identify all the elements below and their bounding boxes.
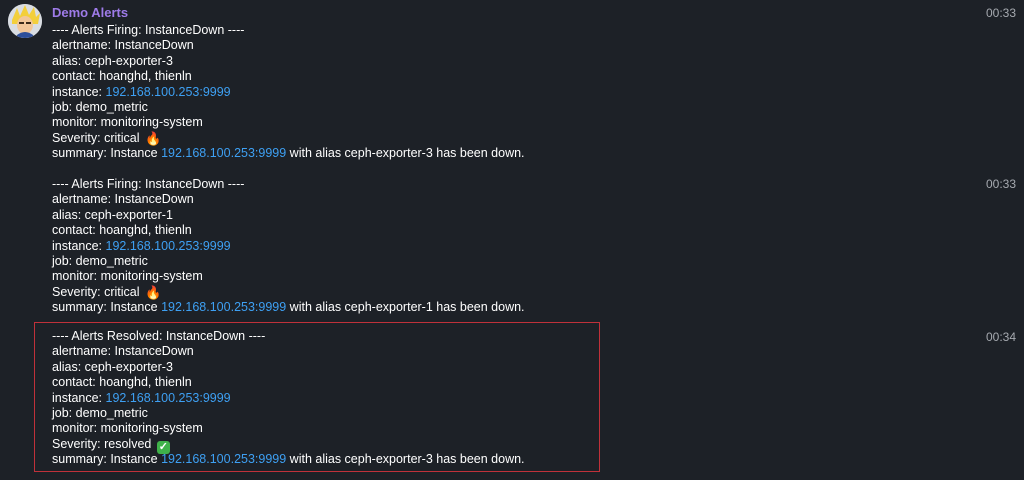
alert-summary: summary: Instance 192.168.100.253:9999 w… [52,452,612,467]
user-avatar-icon[interactable] [8,4,42,38]
severity-text: Severity: resolved [52,436,152,451]
alert-contact: contact: hoanghd, thienln [52,69,192,84]
alert-contact: contact: hoanghd, thienln [52,223,192,238]
message-timestamp: 00:34 [985,330,1016,344]
alert-severity: Severity: critical 🔥 [52,131,612,146]
alert-severity: Severity: critical 🔥 [52,285,612,300]
alert-job: job: demo_metric [52,405,148,420]
alert-alias: alias: ceph-exporter-3 [52,359,173,374]
alert-name: alertname: InstanceDown [52,344,194,359]
alert-job: job: demo_metric [52,99,148,114]
alert-instance: instance: 192.168.100.253:9999 [52,391,612,406]
alert-message: ---- Alerts Resolved: InstanceDown ---- … [52,329,612,468]
alert-job: job: demo_metric [52,253,148,268]
alert-name: alertname: InstanceDown [52,38,194,53]
instance-label: instance: [52,390,106,405]
alert-header: ---- Alerts Firing: InstanceDown ---- [52,177,245,191]
alert-alias: alias: ceph-exporter-3 [52,53,173,68]
alert-contact: contact: hoanghd, thienln [52,375,192,390]
sender-name[interactable]: Demo Alerts [52,5,128,20]
summary-prefix: summary: Instance [52,452,162,467]
message-timestamp: 00:33 [985,177,1016,191]
fire-icon: 🔥 [145,284,162,300]
fire-icon: 🔥 [145,130,162,146]
instance-label: instance: [52,84,106,99]
alert-message: ---- Alerts Firing: InstanceDown ---- al… [52,23,612,162]
alert-summary: summary: Instance 192.168.100.253:9999 w… [52,300,612,315]
alert-header: ---- Alerts Resolved: InstanceDown ---- [52,329,266,343]
summary-prefix: summary: Instance [52,146,162,161]
alert-instance: instance: 192.168.100.253:9999 [52,239,612,254]
alert-header: ---- Alerts Firing: InstanceDown ---- [52,23,245,37]
summary-link[interactable]: 192.168.100.253:9999 [161,300,286,314]
alert-name: alertname: InstanceDown [52,192,194,207]
summary-prefix: summary: Instance [52,300,162,315]
alert-monitor: monitor: monitoring-system [52,421,203,436]
instance-link[interactable]: 192.168.100.253:9999 [106,85,231,99]
message-timestamp: 00:33 [985,6,1016,20]
severity-text: Severity: critical [52,284,140,299]
instance-link[interactable]: 192.168.100.253:9999 [106,391,231,405]
alert-monitor: monitor: monitoring-system [52,115,203,130]
summary-suffix: with alias ceph-exporter-3 has been down… [286,146,525,161]
instance-label: instance: [52,238,106,253]
severity-text: Severity: critical [52,130,140,145]
summary-link[interactable]: 192.168.100.253:9999 [161,146,286,160]
alert-summary: summary: Instance 192.168.100.253:9999 w… [52,146,612,161]
alert-severity: Severity: resolved ✓ [52,436,612,454]
alert-message: ---- Alerts Firing: InstanceDown ---- al… [52,177,612,316]
summary-suffix: with alias ceph-exporter-1 has been down… [286,300,525,315]
summary-suffix: with alias ceph-exporter-3 has been down… [286,452,525,467]
alert-alias: alias: ceph-exporter-1 [52,207,173,222]
instance-link[interactable]: 192.168.100.253:9999 [106,239,231,253]
alert-instance: instance: 192.168.100.253:9999 [52,85,612,100]
alert-monitor: monitor: monitoring-system [52,269,203,284]
chat-view: Demo Alerts 00:33 ---- Alerts Firing: In… [0,0,1024,480]
summary-link[interactable]: 192.168.100.253:9999 [161,452,286,466]
